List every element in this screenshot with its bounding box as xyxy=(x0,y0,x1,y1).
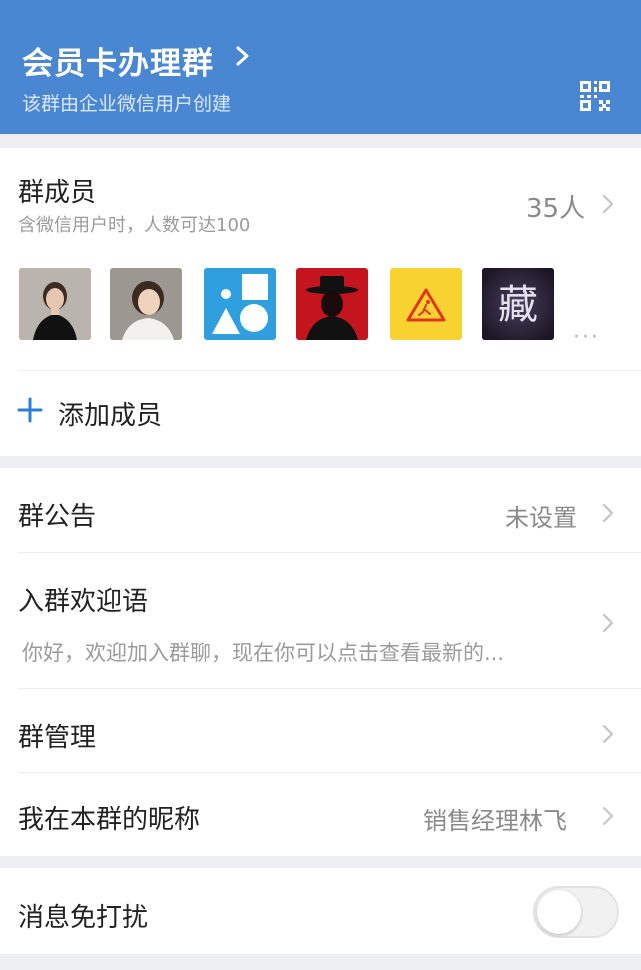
chevron-right-icon[interactable] xyxy=(602,724,614,744)
members-hint: 含微信用户时，人数可达100 xyxy=(18,215,251,236)
chevron-right-icon[interactable] xyxy=(602,806,614,826)
announcement-label[interactable]: 群公告 xyxy=(18,496,96,533)
chevron-right-icon[interactable] xyxy=(602,613,614,633)
group-title[interactable]: 会员卡办理群 xyxy=(22,38,214,83)
group-subtitle: 该群由企业微信用户创建 xyxy=(22,93,232,115)
add-member-label[interactable]: 添加成员 xyxy=(58,395,162,432)
welcome-preview: 你好，欢迎加入群聊，现在你可以点击查看最新的... xyxy=(22,641,505,665)
divider xyxy=(18,370,641,371)
divider xyxy=(18,552,641,553)
plus-icon[interactable] xyxy=(17,397,43,423)
avatar-calligraphy-char: 藏 xyxy=(498,282,538,328)
group-manage-label[interactable]: 群管理 xyxy=(18,717,96,754)
chevron-right-icon[interactable] xyxy=(602,503,614,523)
members-label: 群成员 xyxy=(18,178,97,208)
members-count[interactable]: 35人 xyxy=(526,188,585,225)
nickname-label[interactable]: 我在本群的昵称 xyxy=(18,799,200,836)
mute-toggle[interactable] xyxy=(533,886,619,938)
avatar-blue-shapes[interactable] xyxy=(204,268,276,340)
group-header: 会员卡办理群 该群由企业微信用户创建 xyxy=(0,0,641,134)
welcome-label[interactable]: 入群欢迎语 xyxy=(18,581,148,618)
chevron-right-icon[interactable] xyxy=(232,42,254,70)
divider xyxy=(18,688,641,689)
announcement-value[interactable]: 未设置 xyxy=(505,498,577,533)
avatar-red-hat-silhouette[interactable] xyxy=(296,268,368,340)
avatar-woman-black-dress[interactable] xyxy=(19,268,91,340)
chevron-right-icon[interactable] xyxy=(602,194,614,214)
toggle-knob[interactable] xyxy=(537,890,581,934)
nickname-value[interactable]: 销售经理林飞 xyxy=(423,801,567,836)
divider xyxy=(18,772,641,773)
avatar-calligraphy[interactable]: 藏 xyxy=(482,268,554,340)
avatar-woman-short-hair[interactable] xyxy=(110,268,182,340)
more-members-indicator[interactable]: ··· xyxy=(573,327,600,349)
mute-label: 消息免打扰 xyxy=(18,903,149,933)
qrcode-icon[interactable] xyxy=(580,81,610,111)
avatar-yellow-warning-sign[interactable] xyxy=(390,268,462,340)
